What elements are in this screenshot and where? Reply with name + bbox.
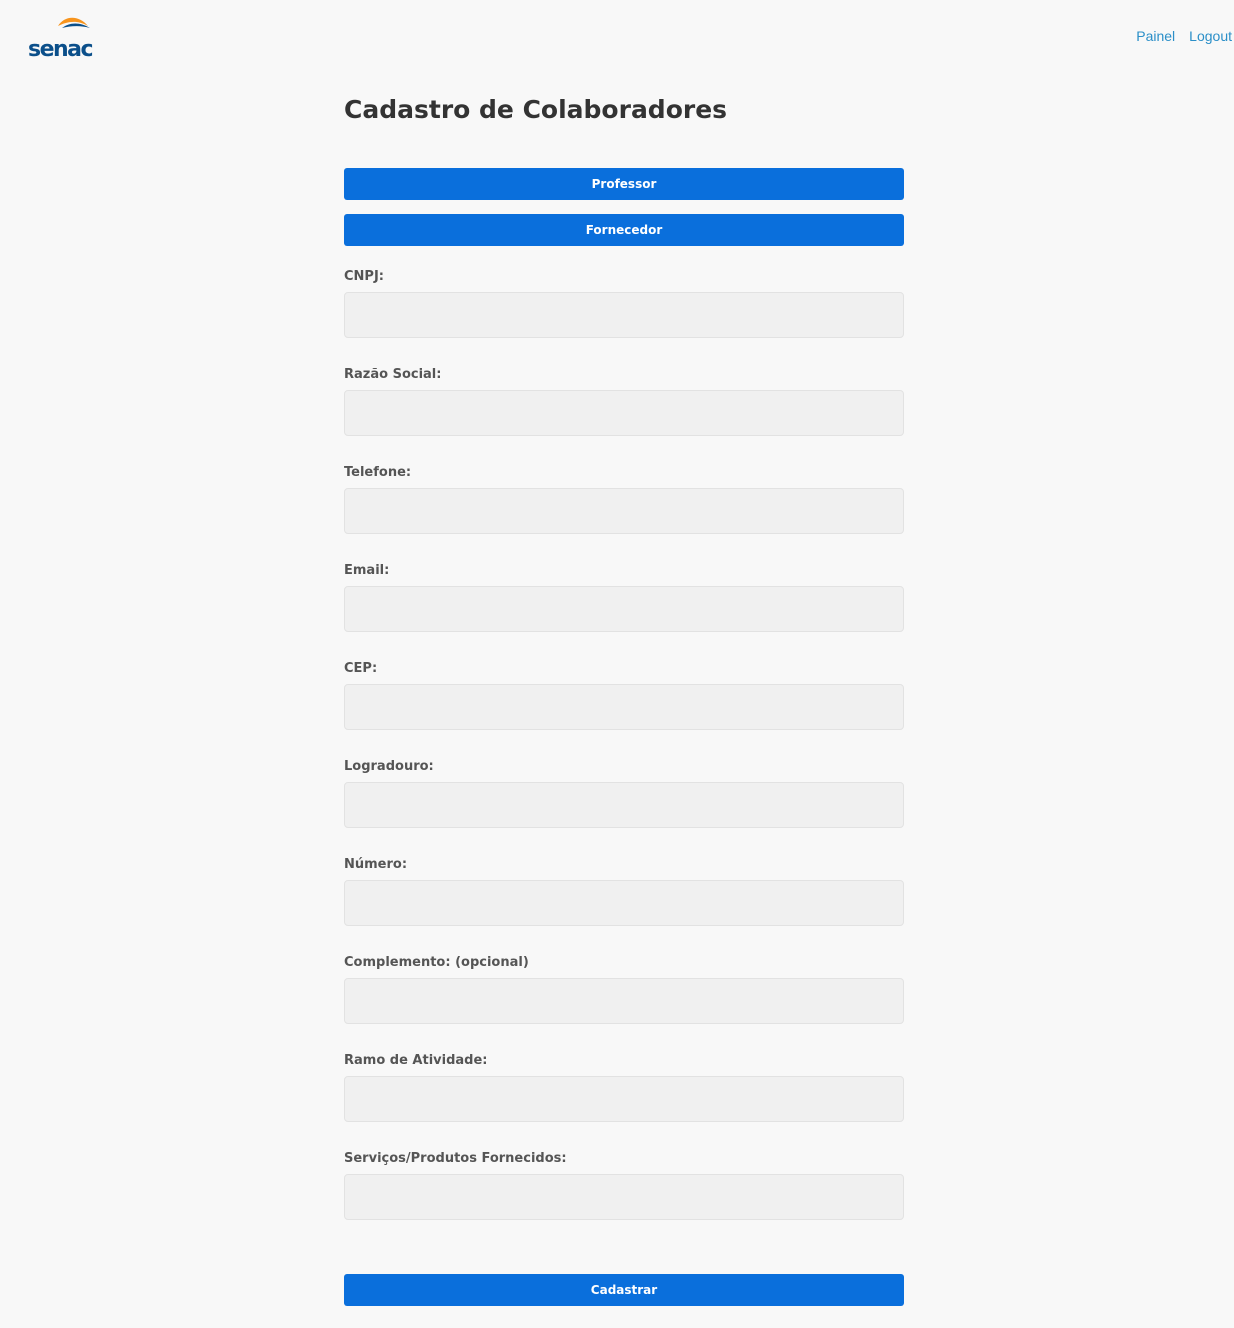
ramo-atividade-input[interactable] (344, 1076, 904, 1122)
telefone-label: Telefone: (344, 465, 412, 480)
logradouro-label: Logradouro: (344, 759, 434, 774)
ramo-atividade-label: Ramo de Atividade: (344, 1053, 488, 1068)
numero-field-group: Número: (344, 854, 904, 952)
nav-link-painel[interactable]: Painel (1136, 28, 1175, 44)
form-fields: CNPJ: Razão Social: Telefone: Email: CEP… (344, 266, 904, 1246)
professor-button[interactable]: Professor (344, 168, 904, 200)
telefone-field-group: Telefone: (344, 462, 904, 560)
cnpj-input[interactable] (344, 292, 904, 338)
razao-social-field-group: Razão Social: (344, 364, 904, 462)
cep-label: CEP: (344, 661, 378, 676)
telefone-input[interactable] (344, 488, 904, 534)
servicos-produtos-input[interactable] (344, 1174, 904, 1220)
cnpj-field-group: CNPJ: (344, 266, 904, 364)
senac-logo[interactable]: senac (28, 12, 100, 64)
servicos-produtos-field-group: Serviços/Produtos Fornecidos: (344, 1148, 904, 1246)
cep-field-group: CEP: (344, 658, 904, 756)
numero-input[interactable] (344, 880, 904, 926)
fornecedor-button[interactable]: Fornecedor (344, 214, 904, 246)
top-nav: Painel Logout (1136, 28, 1232, 44)
top-bar: senac Painel Logout (0, 0, 1234, 80)
logradouro-input[interactable] (344, 782, 904, 828)
email-input[interactable] (344, 586, 904, 632)
svg-text:senac: senac (28, 37, 93, 62)
ramo-atividade-field-group: Ramo de Atividade: (344, 1050, 904, 1148)
servicos-produtos-label: Serviços/Produtos Fornecidos: (344, 1151, 567, 1166)
registration-form: Cadastro de Colaboradores Professor Forn… (344, 90, 904, 1306)
senac-logo-icon: senac (28, 17, 94, 62)
cep-input[interactable] (344, 684, 904, 730)
logradouro-field-group: Logradouro: (344, 756, 904, 854)
cadastrar-button[interactable]: Cadastrar (344, 1274, 904, 1306)
complemento-label: Complemento: (opcional) (344, 955, 529, 970)
complemento-input[interactable] (344, 978, 904, 1024)
page-title: Cadastro de Colaboradores (344, 95, 728, 124)
razao-social-label: Razão Social: (344, 367, 442, 382)
cnpj-label: CNPJ: (344, 269, 384, 284)
email-field-group: Email: (344, 560, 904, 658)
email-label: Email: (344, 563, 390, 578)
complemento-field-group: Complemento: (opcional) (344, 952, 904, 1050)
numero-label: Número: (344, 857, 408, 872)
nav-link-logout[interactable]: Logout (1189, 28, 1232, 44)
razao-social-input[interactable] (344, 390, 904, 436)
